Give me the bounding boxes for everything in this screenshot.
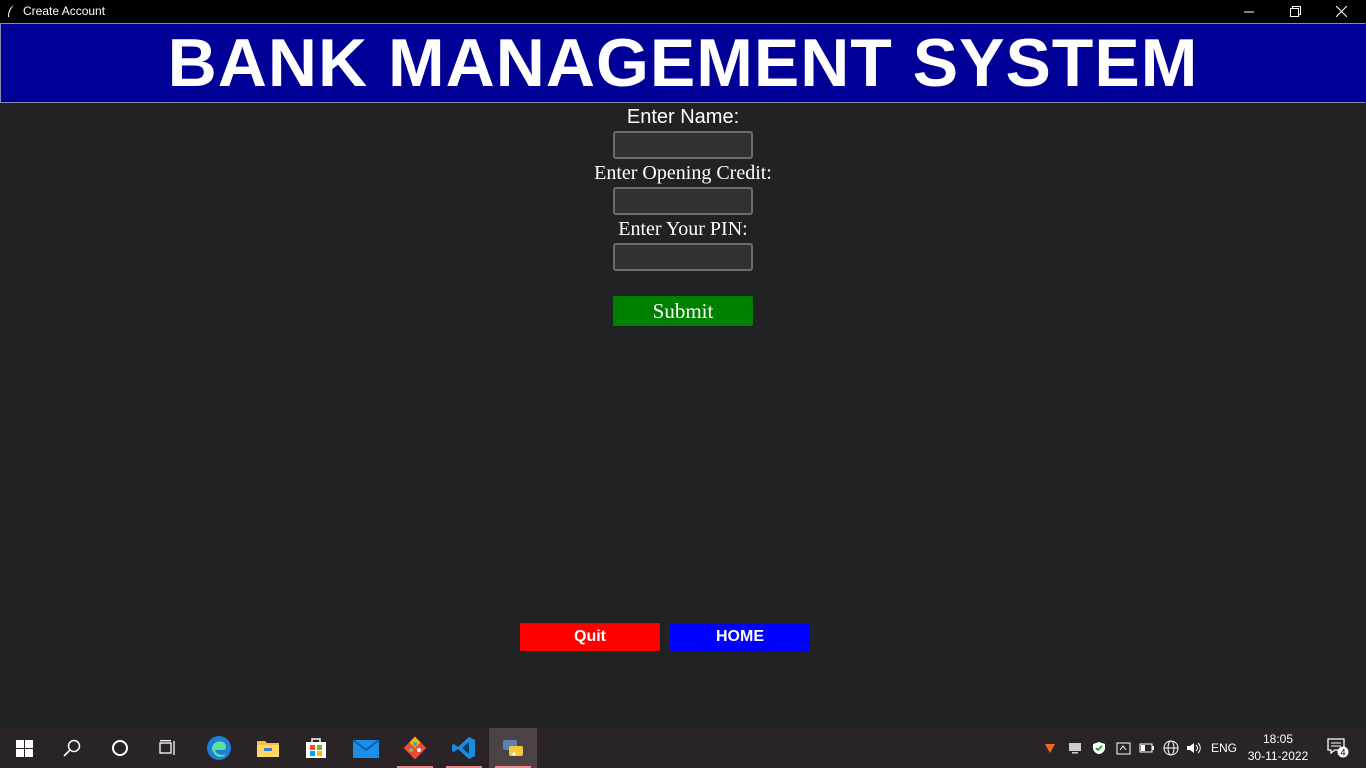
taskbar-file-explorer[interactable] bbox=[244, 728, 292, 768]
taskbar-clock[interactable]: 18:05 30-11-2022 bbox=[1246, 731, 1310, 765]
clock-time: 18:05 bbox=[1262, 732, 1294, 746]
tray-item[interactable] bbox=[1113, 728, 1133, 768]
tray-app-icon bbox=[1045, 744, 1055, 753]
app-header: BANK MANAGEMENT SYSTEM bbox=[0, 23, 1366, 103]
tray-item[interactable] bbox=[1089, 728, 1109, 768]
display-icon bbox=[1069, 743, 1081, 754]
windows-taskbar: ENG 18:05 30-11-2022 4 bbox=[0, 728, 1366, 768]
cortana-button[interactable] bbox=[96, 728, 144, 768]
cortana-icon bbox=[112, 740, 128, 756]
update-icon bbox=[1116, 742, 1130, 754]
taskbar-search-button[interactable] bbox=[48, 728, 96, 768]
home-button[interactable]: HOME bbox=[670, 623, 810, 651]
taskbar-mail[interactable] bbox=[342, 728, 390, 768]
windows-start-icon bbox=[15, 739, 33, 757]
feather-icon bbox=[8, 5, 14, 17]
clock-date: 30-11-2022 bbox=[1247, 749, 1309, 763]
network-globe-icon bbox=[1163, 740, 1179, 756]
tray-item[interactable] bbox=[1137, 728, 1157, 768]
pin-label: Enter Your PIN: bbox=[618, 218, 748, 240]
minimize-button[interactable] bbox=[1226, 0, 1272, 23]
store-icon bbox=[306, 738, 326, 758]
mail-icon bbox=[353, 739, 379, 758]
notification-count: 4 bbox=[1340, 748, 1345, 758]
close-button[interactable] bbox=[1318, 0, 1364, 23]
pin-input[interactable] bbox=[613, 243, 753, 271]
taskbar-git[interactable] bbox=[391, 728, 439, 768]
taskbar-python[interactable] bbox=[489, 728, 537, 768]
quit-button[interactable]: Quit bbox=[520, 623, 660, 651]
git-icon bbox=[403, 736, 427, 760]
notification-center-button[interactable]: 4 bbox=[1318, 728, 1358, 768]
window-title: Create Account bbox=[23, 4, 106, 18]
opening-credit-label: Enter Opening Credit: bbox=[594, 162, 772, 184]
volume-icon bbox=[1187, 742, 1201, 754]
submit-button[interactable]: Submit bbox=[613, 296, 753, 326]
tray-item[interactable] bbox=[1184, 728, 1204, 768]
name-input[interactable] bbox=[613, 131, 753, 159]
app-title: BANK MANAGEMENT SYSTEM bbox=[167, 25, 1199, 101]
minimize-icon bbox=[1244, 11, 1254, 12]
tray-item[interactable] bbox=[1064, 728, 1086, 768]
vscode-icon bbox=[452, 737, 475, 759]
battery-icon bbox=[1139, 743, 1154, 753]
taskbar-edge[interactable] bbox=[195, 728, 243, 768]
search-icon bbox=[63, 739, 81, 757]
start-button[interactable] bbox=[0, 728, 48, 768]
tray-item[interactable] bbox=[1161, 728, 1181, 768]
edge-icon bbox=[207, 736, 231, 760]
restore-icon bbox=[1289, 6, 1301, 17]
tray-item[interactable] bbox=[1040, 728, 1060, 768]
taskbar-vscode[interactable] bbox=[440, 728, 488, 768]
task-view-icon bbox=[159, 740, 175, 755]
restore-button[interactable] bbox=[1272, 0, 1318, 23]
security-shield-icon bbox=[1093, 742, 1105, 754]
name-label: Enter Name: bbox=[626, 106, 740, 128]
python-icon bbox=[503, 740, 523, 756]
language-indicator[interactable]: ENG bbox=[1208, 728, 1240, 768]
file-explorer-icon bbox=[257, 741, 279, 757]
taskbar-store[interactable] bbox=[292, 728, 340, 768]
notification-icon: 4 bbox=[1327, 738, 1349, 758]
close-icon bbox=[1335, 6, 1347, 17]
language-text: ENG bbox=[1210, 741, 1237, 755]
task-view-button[interactable] bbox=[144, 728, 192, 768]
window-titlebar: Create Account bbox=[0, 0, 1366, 23]
opening-credit-input[interactable] bbox=[613, 187, 753, 215]
